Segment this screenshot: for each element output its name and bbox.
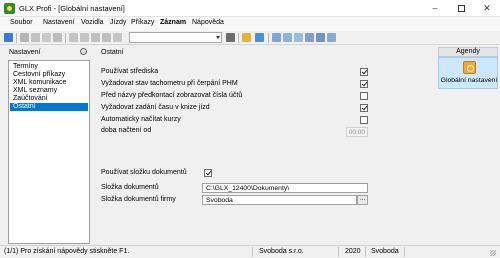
cut-icon[interactable] bbox=[53, 33, 62, 42]
nav-item-terminy[interactable]: Termíny bbox=[10, 63, 88, 71]
option-row: Vyžadovat zadání času v knize jízd bbox=[96, 104, 370, 113]
option-label: Automaticky načítat kurzy bbox=[101, 116, 181, 123]
status-divider bbox=[338, 247, 339, 257]
print-icon[interactable] bbox=[69, 33, 78, 42]
settings-icon[interactable] bbox=[327, 33, 336, 42]
status-user: Svoboda bbox=[371, 248, 399, 255]
maximize-button[interactable] bbox=[448, 0, 474, 17]
settings-nav-panel: Nastavení Termíny Cestovní příkazy XML k… bbox=[4, 46, 94, 244]
menu-napoveda[interactable]: Nápověda bbox=[192, 19, 224, 26]
status-year: 2020 bbox=[345, 248, 361, 255]
doba-time-field[interactable]: 00:00 bbox=[346, 127, 368, 137]
calendar-icon[interactable] bbox=[305, 33, 314, 42]
resize-grip-icon[interactable] bbox=[490, 250, 496, 256]
toolbar bbox=[0, 31, 500, 45]
window-icon[interactable] bbox=[294, 33, 303, 42]
toolbar-separator bbox=[65, 33, 66, 43]
docs-folder-label: Složka dokumentů bbox=[101, 184, 159, 191]
option-checkbox-cas-jizd[interactable] bbox=[360, 104, 368, 112]
nav-item-xml-seznamy[interactable]: XML seznamy bbox=[10, 87, 88, 95]
window-title: GLX Profi - [Globální nastavení] bbox=[19, 4, 125, 13]
option-label: Vyžadovat zadání času v knize jízd bbox=[101, 104, 210, 111]
option-checkbox-strediska[interactable] bbox=[360, 68, 368, 76]
option-row: doba načtení od bbox=[96, 127, 370, 136]
docs-folder-field[interactable]: C:\GLX_12400\Dokumenty\ bbox=[202, 183, 368, 193]
calculator-icon[interactable] bbox=[316, 33, 325, 42]
option-checkbox-kurzy[interactable] bbox=[360, 116, 368, 124]
option-label: Před názvy předkontací zobrazovat čísla … bbox=[101, 92, 243, 99]
toolbar-separator bbox=[16, 33, 17, 43]
filter-icon[interactable] bbox=[226, 33, 235, 42]
option-row: Před názvy předkontací zobrazovat čísla … bbox=[96, 92, 370, 101]
maximize-icon bbox=[457, 5, 465, 13]
menu-vozidla[interactable]: Vozidla bbox=[81, 19, 104, 26]
chevron-down-icon bbox=[216, 36, 220, 39]
new-record-icon[interactable] bbox=[4, 33, 13, 42]
menu-jizdy[interactable]: Jízdy bbox=[110, 19, 126, 26]
toolbar-separator bbox=[238, 33, 239, 43]
nav-item-xml-komunikace[interactable]: XML komunikace bbox=[10, 79, 88, 87]
preview-icon[interactable] bbox=[80, 33, 89, 42]
grid-icon[interactable] bbox=[272, 33, 281, 42]
menu-soubor[interactable]: Soubor bbox=[10, 19, 33, 26]
nav-header: Nastavení bbox=[9, 49, 41, 56]
menu-prikazy[interactable]: Příkazy bbox=[131, 19, 154, 26]
status-divider bbox=[365, 247, 366, 257]
agendy-tile-label: Globální nastavení bbox=[440, 77, 498, 84]
use-docs-checkbox[interactable] bbox=[204, 169, 212, 177]
settings-main-panel: Ostatní Používat střediska Vyžadovat sta… bbox=[96, 46, 434, 244]
minimize-button[interactable]: – bbox=[422, 0, 448, 17]
close-button[interactable]: ✕ bbox=[474, 0, 500, 17]
browse-button[interactable]: ... bbox=[357, 195, 368, 205]
agendy-header: Agendy bbox=[438, 47, 498, 57]
option-row: Používat střediska bbox=[96, 68, 370, 77]
option-label: Vyžadovat stav tachometru při čerpání PH… bbox=[101, 80, 238, 87]
status-divider bbox=[404, 247, 405, 257]
option-label: Používat střediska bbox=[101, 68, 159, 75]
menu-zaznam[interactable]: Záznam bbox=[160, 19, 186, 26]
refresh-icon[interactable] bbox=[113, 33, 122, 42]
save-icon[interactable] bbox=[255, 33, 264, 42]
option-checkbox-tachometr[interactable] bbox=[360, 80, 368, 88]
nav-item-ostatni[interactable]: Ostatní bbox=[10, 103, 88, 111]
firm-folder-label: Složka dokumentů firmy bbox=[101, 196, 176, 203]
delete-icon[interactable] bbox=[42, 33, 51, 42]
filter-combo[interactable] bbox=[129, 32, 222, 43]
pin-icon[interactable] bbox=[80, 48, 87, 55]
option-row: Vyžadovat stav tachometru při čerpání PH… bbox=[96, 80, 370, 89]
edit-icon[interactable] bbox=[20, 33, 29, 42]
export-icon[interactable] bbox=[91, 33, 100, 42]
agendy-tile-global-settings[interactable]: Globální nastavení bbox=[438, 57, 498, 89]
list-icon[interactable] bbox=[283, 33, 292, 42]
doba-label: doba načtení od bbox=[101, 127, 152, 134]
status-bar: (1/1) Pro získání nápovědy stiskněte F1.… bbox=[0, 245, 500, 258]
option-checkbox-cisla-uctu[interactable] bbox=[360, 92, 368, 100]
settings-icon bbox=[463, 61, 476, 74]
status-divider bbox=[252, 247, 253, 257]
menu-nastaveni[interactable]: Nastavení bbox=[43, 19, 75, 26]
nav-item-cestovni-prikazy[interactable]: Cestovní příkazy bbox=[10, 71, 88, 79]
use-docs-label: Používat složku dokumentů bbox=[101, 169, 187, 176]
settings-nav-list: Termíny Cestovní příkazy XML komunikace … bbox=[8, 60, 90, 244]
menu-bar: Soubor Nastavení Vozidla Jízdy Příkazy Z… bbox=[0, 17, 500, 31]
section-title: Ostatní bbox=[101, 49, 124, 56]
option-row: Automaticky načítat kurzy bbox=[96, 116, 370, 125]
agendy-panel: Agendy Globální nastavení bbox=[437, 46, 500, 244]
status-company: Svoboda s.r.o. bbox=[259, 248, 304, 255]
import-icon[interactable] bbox=[102, 33, 111, 42]
title-bar: GLX Profi - [Globální nastavení] – ✕ bbox=[0, 0, 500, 17]
app-icon bbox=[4, 3, 15, 14]
status-hint: (1/1) Pro získání nápovědy stiskněte F1. bbox=[4, 248, 130, 255]
copy-icon[interactable] bbox=[31, 33, 40, 42]
nav-item-zauctovani[interactable]: Zaúčtování bbox=[10, 95, 88, 103]
folder-icon[interactable] bbox=[242, 33, 251, 42]
toolbar-separator bbox=[268, 33, 269, 43]
firm-folder-field[interactable]: Svoboda bbox=[202, 195, 357, 205]
